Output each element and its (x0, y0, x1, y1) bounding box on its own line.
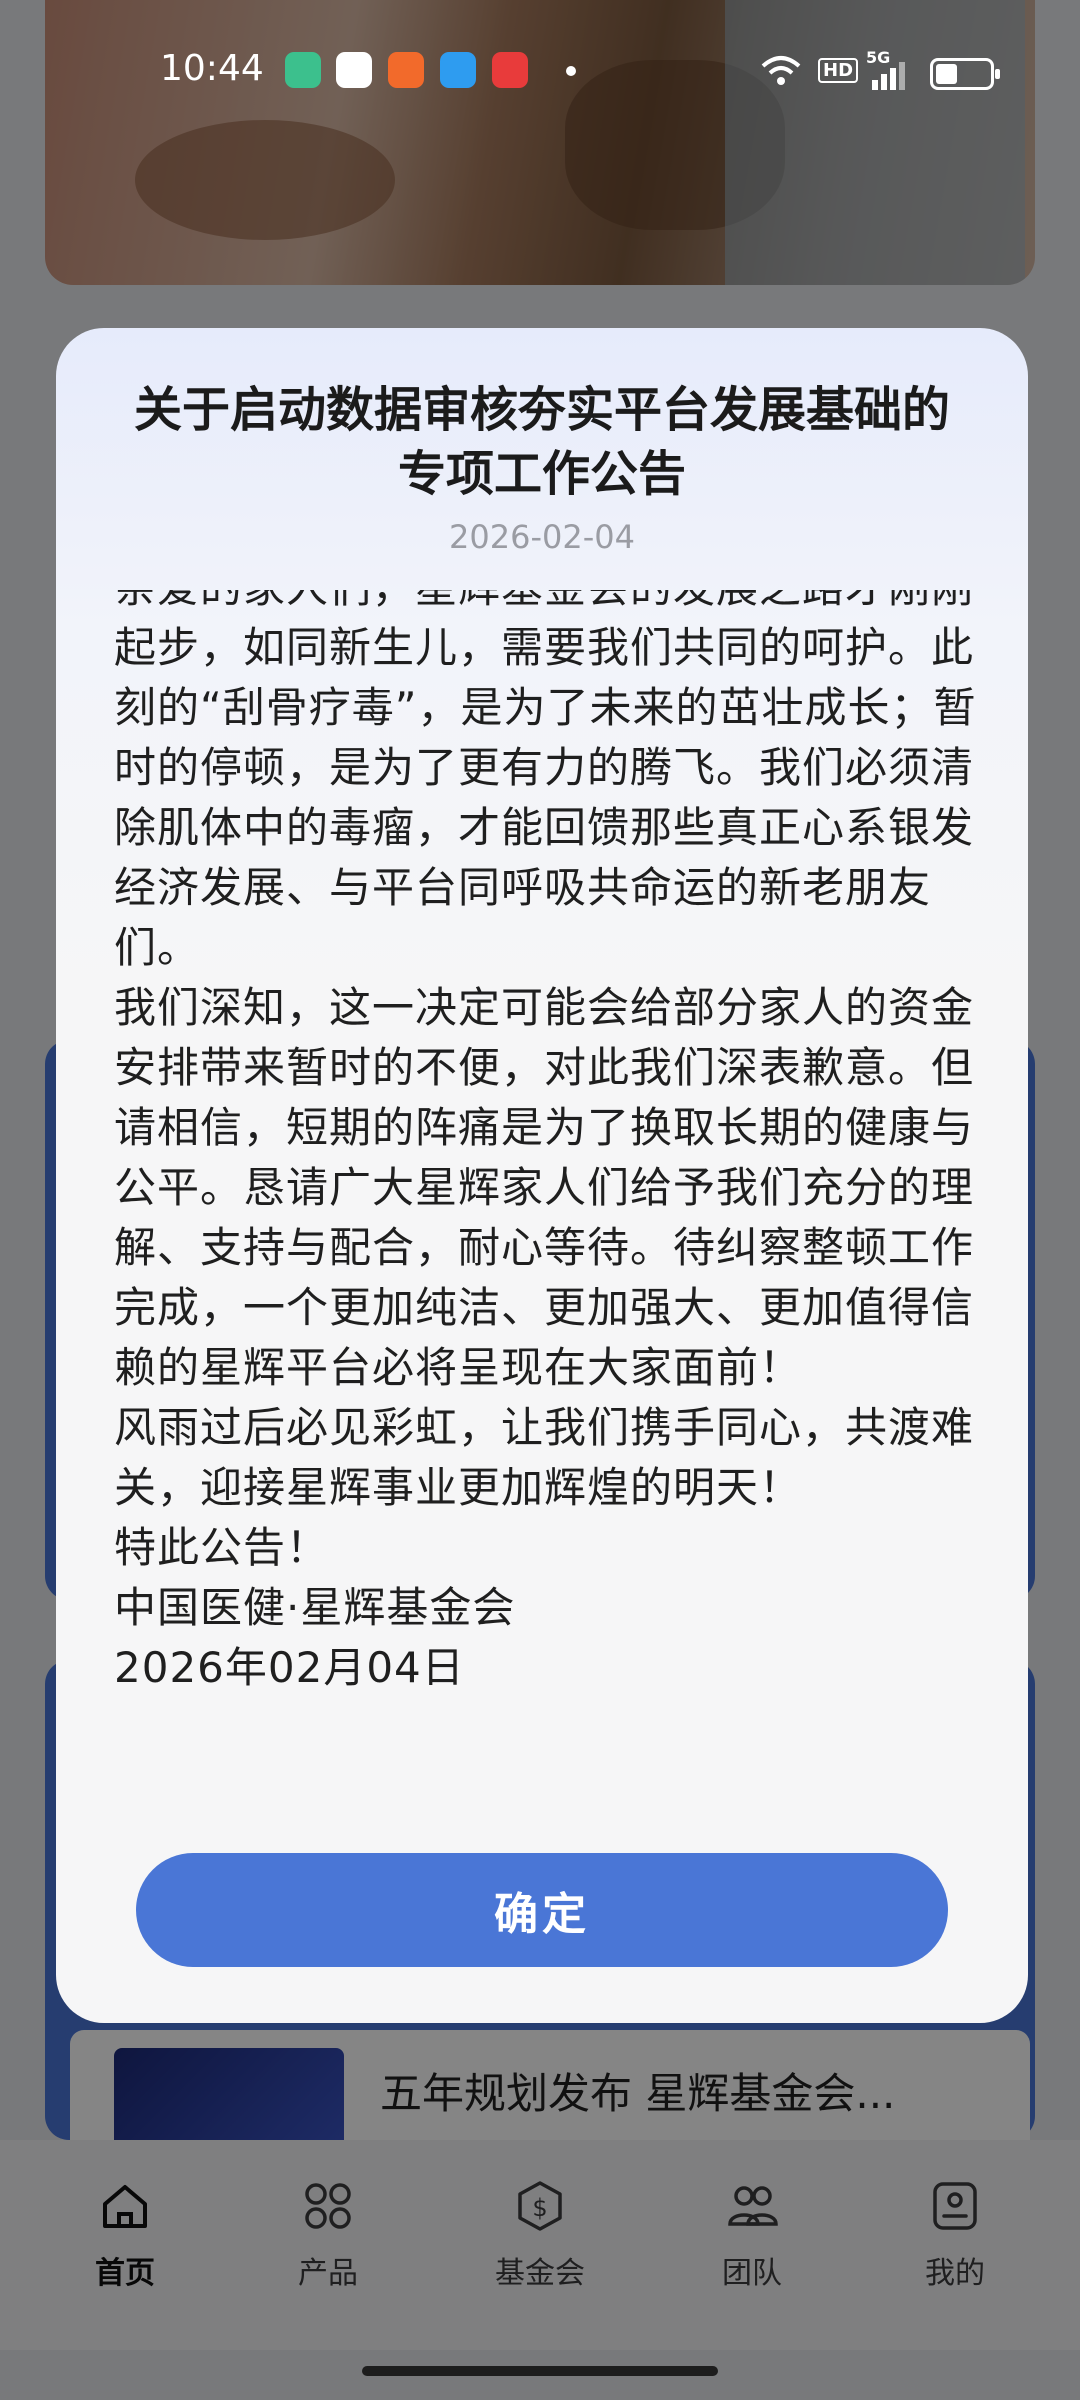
body-paragraph: 亲爱的家人们，星辉基金会的发展之路才刚刚起步，如同新生儿，需要我们共同的呵护。此… (114, 590, 977, 972)
red-envelope-app-icon (492, 52, 528, 88)
status-bar: 10:44 HD 5G (0, 0, 1080, 140)
signal-icon (872, 62, 905, 90)
modal-title-line: 关于启动数据审核夯实平台发展基础的 (133, 382, 950, 438)
body-paragraph: 特此公告！ (114, 1523, 330, 1572)
signature-date: 2026年02月04日 (114, 1643, 465, 1692)
wifi-icon (761, 56, 801, 85)
modal-date: 2026-02-04 (449, 518, 635, 556)
more-notifications-icon (566, 66, 576, 76)
home-indicator[interactable] (362, 2366, 718, 2376)
confirm-button[interactable]: 确定 (136, 1853, 948, 1967)
orange-app-icon (388, 52, 424, 88)
oppo-app-icon (336, 52, 372, 88)
status-time: 10:44 (160, 48, 264, 89)
battery-icon (930, 58, 1000, 90)
modal-title: 关于启动数据审核夯实平台发展基础的 专项工作公告 (96, 378, 988, 506)
body-paragraph: 风雨过后必见彩虹，让我们携手同心，共渡难关，迎接星辉事业更加辉煌的明天！ (114, 1403, 975, 1512)
wallet-app-icon (440, 52, 476, 88)
announcement-body[interactable]: 亲爱的家人们，星辉基金会的发展之路才刚刚起步，如同新生儿，需要我们共同的呵护。此… (114, 590, 994, 2023)
hd-indicator: HD (818, 58, 859, 83)
signature: 中国医健·星辉基金会 (114, 1583, 516, 1632)
announcement-modal: 关于启动数据审核夯实平台发展基础的 专项工作公告 2026-02-04 亲爱的家… (56, 328, 1028, 2023)
modal-title-line: 专项工作公告 (397, 446, 686, 502)
body-paragraph: 我们深知，这一决定可能会给部分家人的资金安排带来暂时的不便，对此我们深表歉意。但… (114, 983, 975, 1392)
shield-app-icon (285, 52, 321, 88)
